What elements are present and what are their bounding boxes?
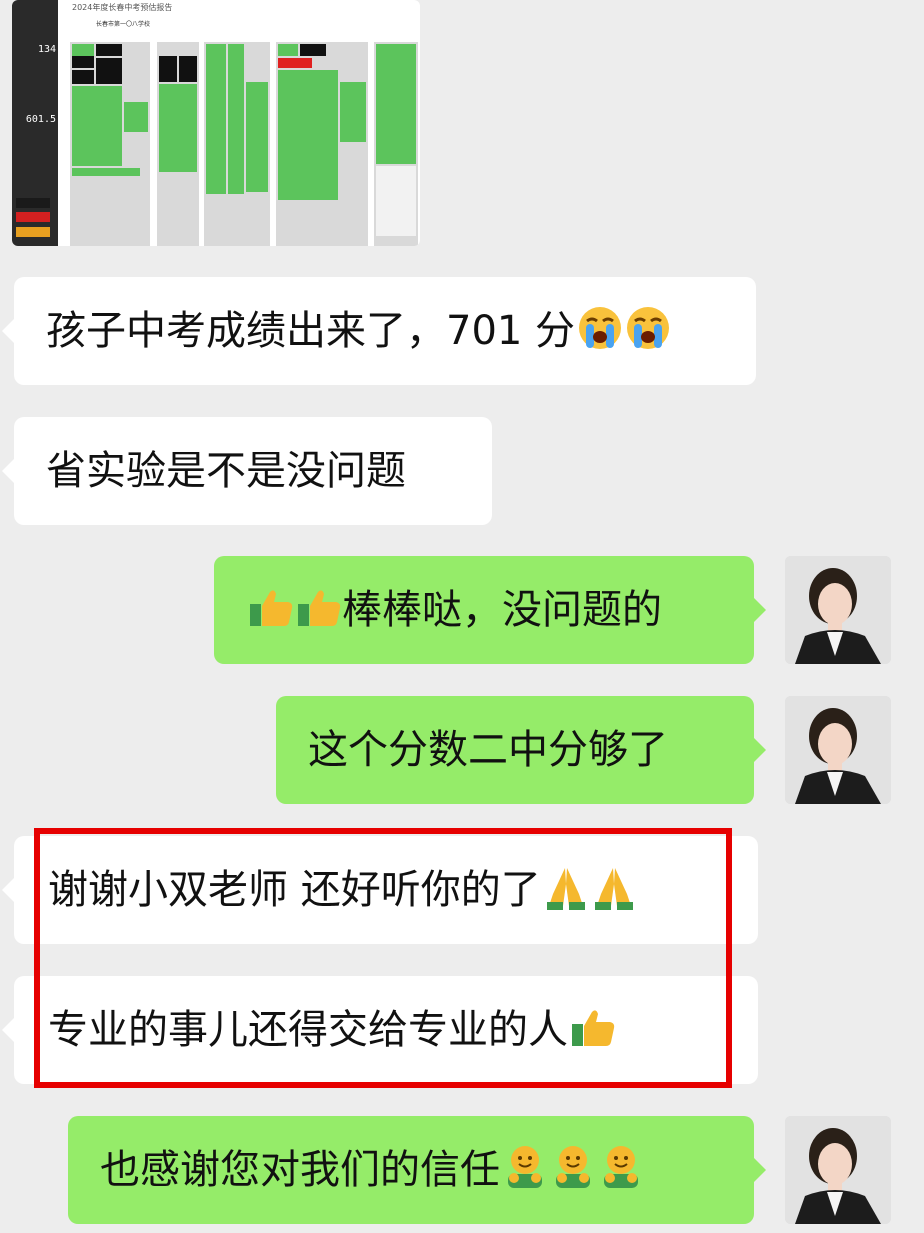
score-top: 134	[37, 44, 56, 55]
hugging-face-icon	[604, 1146, 638, 1188]
hugging-face-icon	[556, 1146, 590, 1188]
loudly-crying-face-icon	[627, 307, 670, 349]
message-text: 孩子中考成绩出来了，701 分	[46, 308, 576, 354]
table-column-1	[70, 42, 150, 246]
loudly-crying-face-icon	[579, 307, 622, 349]
highlight-box	[34, 828, 732, 1088]
table-column-4	[276, 42, 368, 246]
message-bubble-incoming[interactable]: 孩子中考成绩出来了，701 分	[2, 277, 756, 385]
table-column-2	[157, 42, 199, 246]
avatar-portrait	[785, 556, 891, 664]
message-bubble-outgoing[interactable]: 这个分数二中分够了	[276, 696, 766, 804]
hugging-face-icon	[508, 1146, 542, 1188]
report-title: 2024年度长春中考预估报告	[72, 3, 173, 12]
message-text: 也感谢您对我们的信任	[100, 1147, 500, 1193]
message-bubble-incoming[interactable]: 省实验是不是没问题	[2, 417, 492, 525]
sender-avatar[interactable]	[785, 696, 891, 804]
table-column-3	[204, 42, 270, 246]
side-tag-2	[16, 212, 50, 222]
shared-image-thumbnail[interactable]: 134 601.5 2024年度长春中考预估报告 长春市第一〇八学校	[12, 0, 420, 246]
thumbs-up-icon	[250, 590, 293, 626]
sender-avatar[interactable]	[785, 556, 891, 664]
side-tag-3	[16, 227, 50, 237]
avatar-portrait	[785, 1116, 891, 1224]
message-bubble-outgoing[interactable]: 棒棒哒，没问题的	[214, 556, 766, 664]
message-text: 省实验是不是没问题	[46, 448, 406, 494]
avatar-portrait	[785, 696, 891, 804]
thumbs-up-icon	[298, 590, 341, 626]
table-column-5	[374, 42, 418, 246]
sender-avatar[interactable]	[785, 1116, 891, 1224]
message-bubble-outgoing[interactable]: 也感谢您对我们的信任	[68, 1116, 766, 1224]
message-text: 棒棒哒，没问题的	[342, 587, 662, 633]
message-text: 这个分数二中分够了	[308, 727, 668, 773]
score-bottom: 601.5	[25, 114, 56, 125]
report-subtitle: 长春市第一〇八学校	[96, 21, 151, 28]
score-sidebar: 134 601.5	[12, 0, 58, 246]
side-tag-1	[16, 198, 50, 208]
